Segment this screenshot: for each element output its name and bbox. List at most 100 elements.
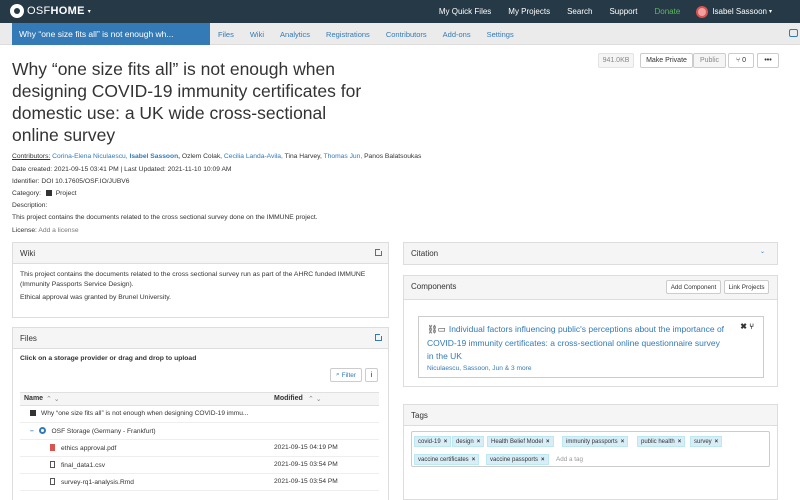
- tag[interactable]: immunity passports ×: [562, 436, 629, 447]
- chevron-down-icon[interactable]: ⌄: [760, 248, 765, 255]
- more-authors-link[interactable]: & 3 more: [505, 365, 532, 372]
- external-link-icon[interactable]: [375, 248, 383, 256]
- dates-line: Date created: 2021-09-15 03:41 PM | Last…: [12, 166, 232, 173]
- file-row[interactable]: ethics approval.pdf 2021-09-15 04:19 PM: [20, 440, 379, 457]
- category-value: Project: [55, 190, 77, 197]
- remove-tag-icon[interactable]: ×: [621, 439, 625, 445]
- top-navbar: OSF HOME ▾ My Quick Files My Projects Sea…: [0, 0, 800, 23]
- tag[interactable]: vaccine passports ×: [486, 454, 549, 465]
- author-link[interactable]: Niculaescu,: [427, 365, 461, 372]
- contributor-link[interactable]: Thomas Jun,: [324, 153, 363, 160]
- category-line: Category: Project: [12, 190, 77, 197]
- author-link[interactable]: Sassoon,: [463, 365, 491, 372]
- contributor-link[interactable]: Corina-Elena Niculaescu,: [52, 153, 127, 160]
- nav-support[interactable]: Support: [609, 7, 637, 16]
- tag[interactable]: public health ×: [637, 436, 686, 447]
- avatar: [696, 5, 709, 18]
- component-title-text[interactable]: Individual factors influencing public's …: [427, 324, 724, 361]
- more-options-button[interactable]: •••: [757, 53, 779, 68]
- osf-logo-icon: [10, 4, 24, 18]
- category-label: Category:: [12, 190, 41, 197]
- filter-button[interactable]: ⌕ Filter: [330, 368, 362, 382]
- link-icon: ⛓: [427, 324, 438, 334]
- tag[interactable]: vaccine certificates ×: [414, 454, 480, 465]
- file-row[interactable]: survey-rq1-analysis.Rmd 2021-09-15 03:54…: [20, 474, 379, 491]
- nav-search[interactable]: Search: [567, 7, 592, 16]
- cube-icon: [45, 190, 52, 196]
- component-actions: ✖ ⑂: [740, 322, 754, 331]
- file-row[interactable]: final_data1.csv 2021-09-15 03:54 PM: [20, 457, 379, 474]
- tag[interactable]: survey ×: [690, 436, 723, 447]
- file-icon: [50, 478, 55, 485]
- component-authors: Niculaescu, Sassoon, Jun & 3 more: [427, 365, 532, 372]
- tags-heading: Tags: [411, 411, 428, 420]
- remove-tag-icon[interactable]: ×: [678, 439, 682, 445]
- remove-tag-icon[interactable]: ×: [444, 439, 448, 445]
- sort-arrows-icon[interactable]: ⌃ ⌄: [308, 395, 322, 403]
- author-link[interactable]: Jun: [492, 365, 503, 372]
- osf-home-logo[interactable]: OSF HOME ▾: [10, 4, 91, 18]
- remove-tag-icon[interactable]: ×: [472, 457, 476, 463]
- file-modified: 2021-09-15 04:19 PM: [274, 444, 338, 451]
- search-icon: ⌕: [335, 371, 340, 378]
- tag[interactable]: design ×: [452, 436, 485, 447]
- fork-button[interactable]: ⑂ 0: [728, 53, 754, 68]
- description-label: Description:: [12, 202, 48, 209]
- tab-contributors[interactable]: Contributors: [386, 30, 427, 39]
- remove-icon[interactable]: ✖: [740, 322, 747, 331]
- remove-tag-icon[interactable]: ×: [541, 457, 545, 463]
- nav-my-projects[interactable]: My Projects: [508, 7, 550, 16]
- file-row-storage[interactable]: − OSF Storage (Germany - Frankfurt): [20, 423, 379, 440]
- add-tag-input[interactable]: Add a tag: [556, 456, 583, 463]
- fork-count: 0: [742, 57, 747, 64]
- fork-icon[interactable]: ⑂: [749, 322, 754, 331]
- filter-label: Filter: [341, 371, 357, 379]
- contributors-label[interactable]: Contributors:: [12, 153, 50, 160]
- tab-settings[interactable]: Settings: [487, 30, 514, 39]
- tab-analytics[interactable]: Analytics: [280, 30, 310, 39]
- remove-tag-icon[interactable]: ×: [546, 439, 550, 445]
- tag-label: covid-19: [418, 438, 441, 445]
- comment-icon[interactable]: [789, 29, 798, 37]
- tab-files[interactable]: Files: [218, 30, 234, 39]
- column-name[interactable]: Name: [24, 395, 43, 402]
- nav-donate[interactable]: Donate: [654, 7, 680, 16]
- user-menu[interactable]: Isabel Sassoon ▾: [696, 5, 772, 18]
- collapse-icon[interactable]: −: [30, 428, 34, 435]
- license-line: License: Add a license: [12, 227, 79, 234]
- pdf-file-icon: [50, 444, 55, 451]
- add-component-button[interactable]: Add Component: [666, 280, 721, 294]
- link-projects-button[interactable]: Link Projects: [724, 280, 769, 294]
- external-link-icon[interactable]: [375, 333, 383, 341]
- tag[interactable]: Health Belief Model ×: [487, 436, 554, 447]
- tab-registrations[interactable]: Registrations: [326, 30, 370, 39]
- remove-tag-icon[interactable]: ×: [477, 439, 481, 445]
- contributor-link[interactable]: Isabel Sassoon,: [129, 153, 180, 160]
- tab-add-ons[interactable]: Add-ons: [443, 30, 471, 39]
- tag-label: public health: [641, 438, 675, 445]
- wiki-heading: Wiki: [20, 249, 36, 258]
- make-private-button[interactable]: Make Private: [640, 53, 693, 68]
- column-modified[interactable]: Modified: [274, 395, 303, 402]
- project-navbar: Why “one size fits all” is not enough wh…: [0, 23, 800, 45]
- description-text: This project contains the documents rela…: [12, 214, 318, 221]
- sort-arrows-icon[interactable]: ⌃ ⌄: [46, 395, 60, 403]
- contributors-line: Contributors: Corina-Elena Niculaescu, I…: [12, 153, 421, 160]
- remove-tag-icon[interactable]: ×: [715, 439, 719, 445]
- citation-panel[interactable]: Citation ⌄: [403, 242, 778, 265]
- public-button[interactable]: Public: [693, 53, 726, 68]
- tag-label: Health Belief Model: [491, 438, 544, 445]
- tab-wiki[interactable]: Wiki: [250, 30, 264, 39]
- tag-label: vaccine certificates: [418, 456, 469, 463]
- file-row-project[interactable]: Why “one size fits all” is not enough wh…: [20, 406, 379, 423]
- files-heading: Files: [20, 334, 37, 343]
- add-license-link[interactable]: Add a license: [38, 227, 78, 234]
- info-button[interactable]: i: [365, 368, 378, 382]
- component-title[interactable]: ⛓▭ Individual factors influencing public'…: [427, 323, 727, 364]
- files-upload-hint: Click on a storage provider or drag and …: [20, 355, 197, 362]
- wiki-panel: Wiki This project contains the documents…: [12, 242, 389, 318]
- nav-my-quick-files[interactable]: My Quick Files: [439, 7, 491, 16]
- project-title-tab[interactable]: Why “one size fits all” is not enough wh…: [12, 23, 210, 45]
- tag[interactable]: covid-19 ×: [414, 436, 452, 447]
- contributor-link[interactable]: Cecilia Landa-Avila,: [224, 153, 283, 160]
